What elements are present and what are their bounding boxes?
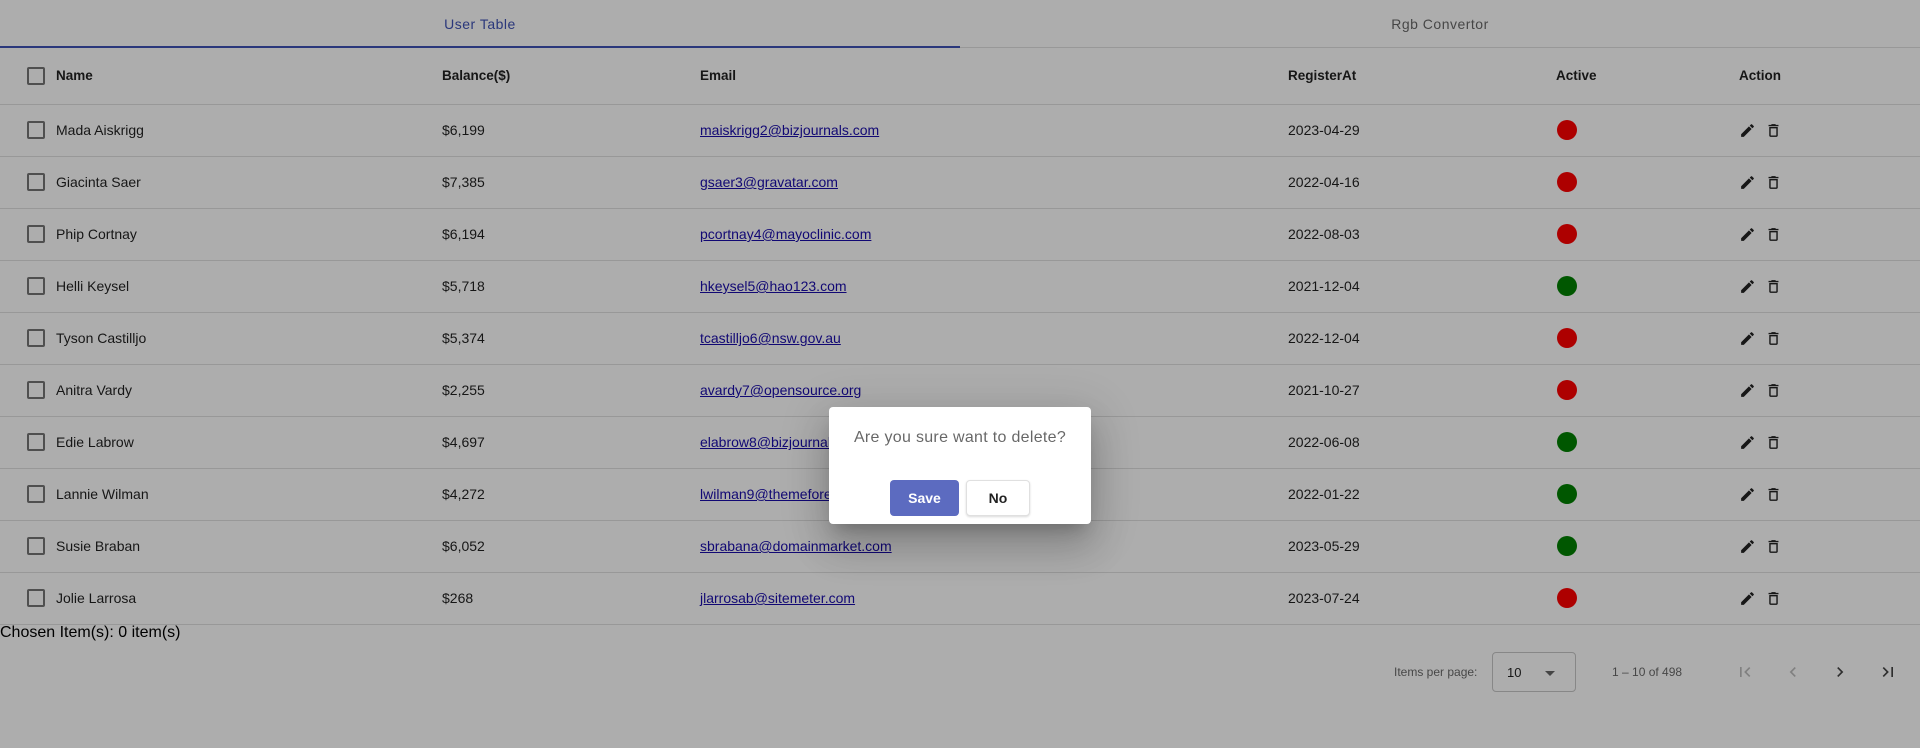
delete-confirm-dialog: Are you sure want to delete? Save No [829,407,1091,524]
save-button[interactable]: Save [890,480,959,516]
modal-backdrop[interactable] [0,0,1920,748]
no-button[interactable]: No [966,480,1030,516]
dialog-message: Are you sure want to delete? [853,429,1067,446]
